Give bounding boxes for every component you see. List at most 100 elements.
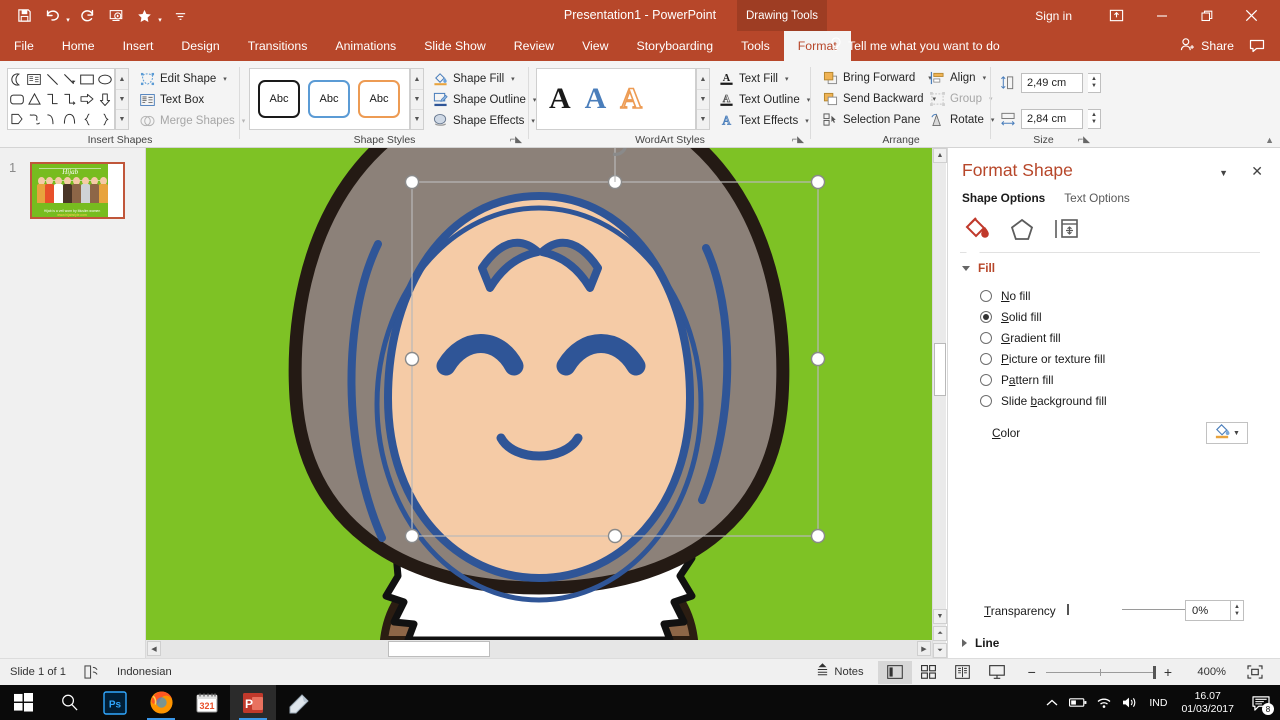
shapes-gallery[interactable]: [7, 68, 115, 130]
shape-textbox-icon[interactable]: [26, 69, 44, 89]
horizontal-scroll-thumb[interactable]: [388, 641, 490, 657]
search-icon[interactable]: [46, 685, 92, 720]
photoshop-icon[interactable]: Ps: [92, 685, 138, 720]
transparency-spinner[interactable]: ▲ ▼: [1231, 600, 1244, 621]
scroll-up-icon[interactable]: ▲: [933, 148, 947, 163]
scroll-down-icon[interactable]: ▼: [933, 609, 947, 624]
shape-height-field[interactable]: 2,49 cm: [1021, 73, 1083, 93]
line-section-header[interactable]: Line: [962, 636, 999, 650]
volume-icon[interactable]: [1117, 685, 1143, 720]
firefox-icon[interactable]: [138, 685, 184, 720]
zoom-level[interactable]: 400%: [1186, 666, 1226, 678]
slide-thumbnail-1[interactable]: Hijab Hijab is a veil worn by Muslim wom…: [30, 162, 125, 219]
slide-canvas[interactable]: [146, 148, 932, 640]
slide-sorter-icon[interactable]: [912, 661, 946, 684]
shape-style-preview-3[interactable]: Abc: [358, 80, 400, 118]
shape-pentagon-icon[interactable]: [8, 109, 26, 129]
slide-show-icon[interactable]: [980, 661, 1014, 684]
reading-view-icon[interactable]: [946, 661, 980, 684]
zoom-in-button[interactable]: +: [1164, 664, 1172, 680]
shape-height-spinner[interactable]: ▲ ▼: [1088, 73, 1101, 93]
shape-right-arrow-icon[interactable]: [79, 89, 97, 109]
shape-right-brace-icon[interactable]: [96, 109, 114, 129]
wordart-styles-scroll[interactable]: ▲ ▼ ▼: [696, 68, 710, 130]
tab-view[interactable]: View: [568, 31, 622, 61]
shape-arrow-icon[interactable]: [61, 69, 79, 89]
shape-styles-dialog-launcher[interactable]: ⌐◣: [510, 134, 522, 145]
rotate-button[interactable]: Rotate ▾: [926, 110, 997, 129]
radio-picture-fill[interactable]: [980, 352, 992, 365]
option-pattern-fill[interactable]: Pattern fill: [980, 372, 1107, 387]
tab-review[interactable]: Review: [500, 31, 568, 61]
text-effects-button[interactable]: A Text Effects ▾: [715, 111, 813, 130]
tab-shape-options[interactable]: Shape Options: [962, 191, 1045, 205]
wordart-more-icon[interactable]: ▼: [697, 109, 709, 129]
shape-style-preview-1[interactable]: Abc: [258, 80, 300, 118]
align-dropdown-icon[interactable]: ▾: [983, 74, 987, 82]
wordart-preview-2[interactable]: A: [585, 84, 607, 114]
pane-close-icon[interactable]: ✕: [1251, 163, 1263, 180]
wordart-scroll-down-icon[interactable]: ▼: [697, 89, 709, 109]
shape-styles-scroll[interactable]: ▲ ▼ ▼: [410, 68, 424, 130]
fill-and-line-icon[interactable]: [962, 214, 992, 244]
wordart-dialog-launcher[interactable]: ⌐◣: [792, 134, 804, 145]
shape-elbow-connector-icon[interactable]: [43, 89, 61, 109]
gallery-scroll-up-icon[interactable]: ▲: [116, 69, 128, 89]
merge-shapes-button[interactable]: Merge Shapes ▾: [136, 111, 248, 130]
notes-button[interactable]: Notes: [802, 659, 877, 686]
shape-triangle-icon[interactable]: [26, 89, 44, 109]
vertical-scroll-thumb[interactable]: [934, 343, 946, 396]
tab-slide-show[interactable]: Slide Show: [410, 31, 500, 61]
fill-color-dropdown-icon[interactable]: ▼: [1233, 430, 1240, 437]
option-gradient-fill[interactable]: Gradient fill: [980, 330, 1107, 345]
tab-text-options[interactable]: Text Options: [1064, 191, 1130, 205]
shape-width-field[interactable]: 2,84 cm: [1021, 109, 1083, 129]
clock[interactable]: 16.07 01/03/2017: [1173, 690, 1242, 716]
language-indicator[interactable]: Indonesian: [117, 666, 172, 678]
wordart-preview-3[interactable]: A: [620, 83, 643, 115]
normal-view-icon[interactable]: [877, 660, 912, 684]
minimize-icon[interactable]: [1139, 0, 1184, 31]
scroll-right-icon[interactable]: ▶: [917, 641, 931, 656]
group-button[interactable]: Group ▾: [926, 89, 997, 108]
windows-start-icon[interactable]: [0, 685, 46, 720]
styles-more-icon[interactable]: ▼: [411, 109, 423, 129]
styles-scroll-up-icon[interactable]: ▲: [411, 69, 423, 89]
zoom-slider-handle[interactable]: [1152, 665, 1156, 679]
shape-fill-button[interactable]: Shape Fill ▾: [429, 69, 539, 88]
option-no-fill[interactable]: No fill: [980, 288, 1107, 303]
shape-oval-icon[interactable]: [96, 69, 114, 89]
close-icon[interactable]: [1229, 0, 1274, 31]
radio-no-fill[interactable]: [980, 289, 992, 302]
shapes-gallery-scroll[interactable]: ▲ ▼ ▼: [115, 68, 129, 130]
action-center-icon[interactable]: 8: [1242, 685, 1280, 720]
slide-indicator[interactable]: Slide 1 of 1: [10, 666, 66, 678]
transparency-value-field[interactable]: 0%: [1185, 600, 1231, 621]
fill-color-button[interactable]: ▼: [1206, 422, 1248, 444]
radio-slide-background-fill[interactable]: [980, 394, 992, 407]
gallery-more-icon[interactable]: ▼: [116, 109, 128, 129]
fill-section-header[interactable]: Fill: [962, 261, 995, 275]
text-fill-button[interactable]: A Text Fill ▾: [715, 69, 813, 88]
comments-icon[interactable]: [1242, 31, 1272, 62]
wordart-preview-1[interactable]: A: [549, 84, 571, 114]
shape-rounded-rectangle-icon[interactable]: [8, 89, 26, 109]
shape-elbow-arrow-icon[interactable]: [61, 89, 79, 109]
size-and-properties-icon[interactable]: [1052, 214, 1082, 244]
edit-shape-dropdown-icon[interactable]: ▾: [223, 75, 227, 83]
shape-style-preview-2[interactable]: Abc: [308, 80, 350, 118]
battery-icon[interactable]: [1065, 685, 1091, 720]
restore-icon[interactable]: [1184, 0, 1229, 31]
bring-forward-button[interactable]: Bring Forward ▾: [819, 68, 939, 87]
shape-freeform-icon[interactable]: [26, 109, 44, 129]
radio-gradient-fill[interactable]: [980, 331, 992, 344]
shape-width-spinner[interactable]: ▲ ▼: [1088, 109, 1101, 129]
tab-tools[interactable]: Tools: [727, 31, 784, 61]
shape-fill-dropdown-icon[interactable]: ▾: [511, 75, 515, 83]
shape-curve-icon[interactable]: [43, 109, 61, 129]
size-dialog-launcher[interactable]: ⌐◣: [1078, 134, 1090, 145]
tab-transitions[interactable]: Transitions: [234, 31, 322, 61]
canvas-horizontal-scrollbar[interactable]: ◀ ▶: [146, 640, 932, 658]
send-backward-button[interactable]: Send Backward ▾: [819, 89, 939, 108]
zoom-slider[interactable]: [1045, 665, 1156, 679]
